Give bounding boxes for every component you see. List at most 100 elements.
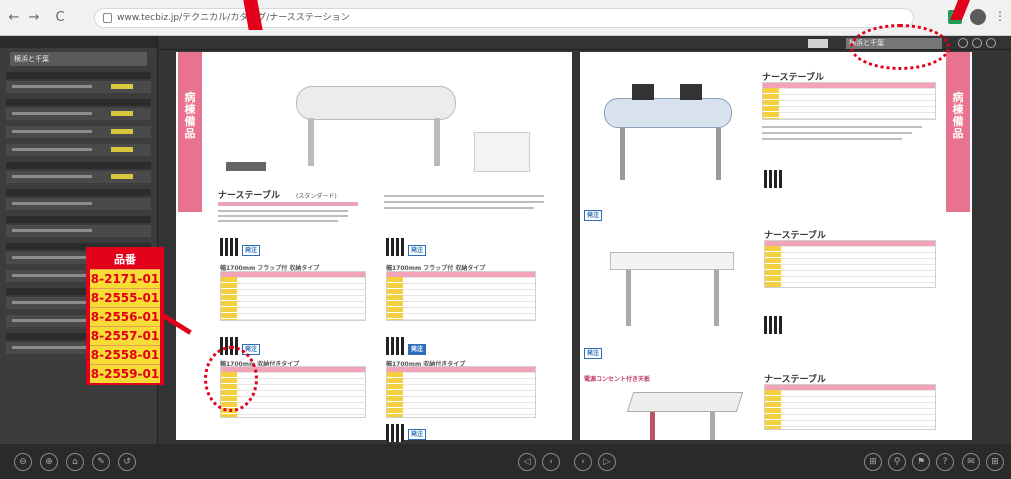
- callout-title: 品番: [90, 251, 160, 269]
- reload-icon[interactable]: C: [52, 10, 68, 26]
- table-leg: [620, 128, 625, 180]
- viewer-bottom-toolbar: ⊖ ⊕ ⌂ ✎ ↺ ◁ ‹ › ▷ ⊞ ⚲ ⚑ ? ✉ ⊞: [0, 444, 1011, 479]
- search-result-item[interactable]: [6, 225, 151, 237]
- sidebar-divider: [6, 72, 151, 79]
- sidebar-divider: [6, 162, 151, 169]
- table-leg: [626, 270, 631, 326]
- price-table: [386, 271, 536, 321]
- search-result-item[interactable]: [6, 198, 151, 210]
- url-text: www.tecbiz.jp/テクニカル/カタログ/ナースステーション: [117, 13, 350, 23]
- small-header: 電源コンセント付き天板: [584, 376, 651, 383]
- pink-rule: [218, 202, 358, 206]
- prev-page-icon[interactable]: ‹: [542, 453, 560, 471]
- forward-icon[interactable]: →: [26, 10, 42, 26]
- text-line: [218, 210, 348, 212]
- product-code-callout: 品番 8-2171-01 8-2555-01 8-2556-01 8-2557-…: [86, 247, 164, 385]
- home-icon[interactable]: ⌂: [66, 453, 84, 471]
- first-page-icon[interactable]: ◁: [518, 453, 536, 471]
- zoom-in-icon[interactable]: ⊕: [40, 453, 58, 471]
- thumbnail-icon[interactable]: ⊞: [986, 453, 1004, 471]
- lock-icon: [103, 13, 112, 23]
- category-tab: 病棟備品: [946, 52, 970, 212]
- bookmark-icon[interactable]: ⚑: [912, 453, 930, 471]
- callout-code: 8-2171-01: [90, 269, 160, 288]
- nurse-table-image: [296, 86, 456, 120]
- grid-icon[interactable]: ⊞: [864, 453, 882, 471]
- qr-code-icon: [220, 238, 238, 256]
- browser-chrome: ← → C www.tecbiz.jp/テクニカル/カタログ/ナースステーション…: [0, 0, 1011, 36]
- fullscreen-icon[interactable]: [986, 38, 996, 48]
- text-line: [762, 132, 912, 134]
- account-avatar-icon[interactable]: [970, 9, 986, 25]
- callout-code: 8-2556-01: [90, 307, 160, 326]
- qr-code-icon: [764, 316, 782, 334]
- help-icon[interactable]: ?: [936, 453, 954, 471]
- table-leg: [650, 412, 655, 440]
- catalog-viewer: 横浜と千葉 病棟備品 ナーステーブル (スタンダード) 発注 発注 幅1700m…: [158, 36, 1011, 444]
- qr-code-icon: [764, 170, 782, 188]
- table-leg: [716, 128, 721, 180]
- qr-code-icon: [386, 337, 404, 355]
- address-bar[interactable]: www.tecbiz.jp/テクニカル/カタログ/ナースステーション: [94, 8, 914, 28]
- order-badge[interactable]: 発注: [242, 245, 260, 256]
- sidebar-divider: [6, 99, 151, 106]
- product-title: ナーステーブル: [218, 191, 281, 201]
- price-table: [764, 384, 936, 430]
- price-table: [386, 366, 536, 418]
- next-page-icon[interactable]: ›: [574, 453, 592, 471]
- text-line: [384, 201, 544, 203]
- outlet-inset-image: [474, 132, 530, 172]
- text-line: [762, 138, 902, 140]
- search-result-item[interactable]: [6, 108, 151, 120]
- order-badge[interactable]: 発注: [584, 210, 602, 221]
- undo-icon[interactable]: ↺: [118, 453, 136, 471]
- qr-code-icon: [386, 238, 404, 256]
- text-line: [218, 220, 338, 222]
- pen-icon[interactable]: ✎: [92, 453, 110, 471]
- page-number-input[interactable]: [808, 39, 828, 48]
- table-top-image: [610, 252, 734, 270]
- laptop-image: [680, 84, 702, 100]
- search-result-item[interactable]: [6, 126, 151, 138]
- table-leg: [308, 118, 314, 166]
- screenshot-root: ← → C www.tecbiz.jp/テクニカル/カタログ/ナースステーション…: [0, 0, 1011, 479]
- search-icon[interactable]: ⚲: [888, 453, 906, 471]
- zoom-out-icon[interactable]: ⊖: [14, 453, 32, 471]
- result-highlight: [111, 129, 133, 134]
- zoom-out-icon[interactable]: [958, 38, 968, 48]
- table-leg: [710, 412, 715, 440]
- callout-code: 8-2557-01: [90, 326, 160, 345]
- result-highlight: [111, 147, 133, 152]
- oval-table-image: [604, 98, 732, 128]
- sidebar-header: [0, 36, 157, 48]
- product-subtitle: (スタンダード): [296, 193, 337, 200]
- category-tab: 病棟備品: [178, 52, 202, 212]
- callout-code: 8-2558-01: [90, 345, 160, 364]
- search-result-item[interactable]: [6, 144, 151, 156]
- callout-code: 8-2555-01: [90, 288, 160, 307]
- sidebar-search-input[interactable]: 横浜と千葉: [10, 52, 147, 66]
- last-page-icon[interactable]: ▷: [598, 453, 616, 471]
- back-icon[interactable]: ←: [6, 10, 22, 26]
- order-badge[interactable]: 発注: [584, 348, 602, 359]
- search-highlight-oval: [850, 24, 950, 70]
- result-highlight: [111, 84, 133, 89]
- order-badge[interactable]: 発注: [408, 429, 426, 440]
- order-badge[interactable]: 発注: [408, 344, 426, 355]
- browser-menu-icon[interactable]: ⋮: [994, 9, 1006, 23]
- price-table: [220, 271, 366, 321]
- table-leg: [714, 270, 719, 326]
- price-table: [762, 82, 936, 120]
- catalog-page-right: 病棟備品 ナーステーブル 発注 ナーステーブル 発注 電源コンセント付き天板 ナ…: [580, 52, 972, 440]
- category-tab-label: 病棟備品: [184, 91, 196, 140]
- order-badge[interactable]: 発注: [408, 245, 426, 256]
- zoom-in-icon[interactable]: [972, 38, 982, 48]
- text-line: [384, 207, 534, 209]
- search-result-item[interactable]: [6, 171, 151, 183]
- qr-code-icon: [386, 424, 404, 442]
- code-highlight-oval: [204, 346, 258, 412]
- mail-icon[interactable]: ✉: [962, 453, 980, 471]
- inset-label: [226, 162, 266, 171]
- price-table: [764, 240, 936, 288]
- search-result-item[interactable]: [6, 81, 151, 93]
